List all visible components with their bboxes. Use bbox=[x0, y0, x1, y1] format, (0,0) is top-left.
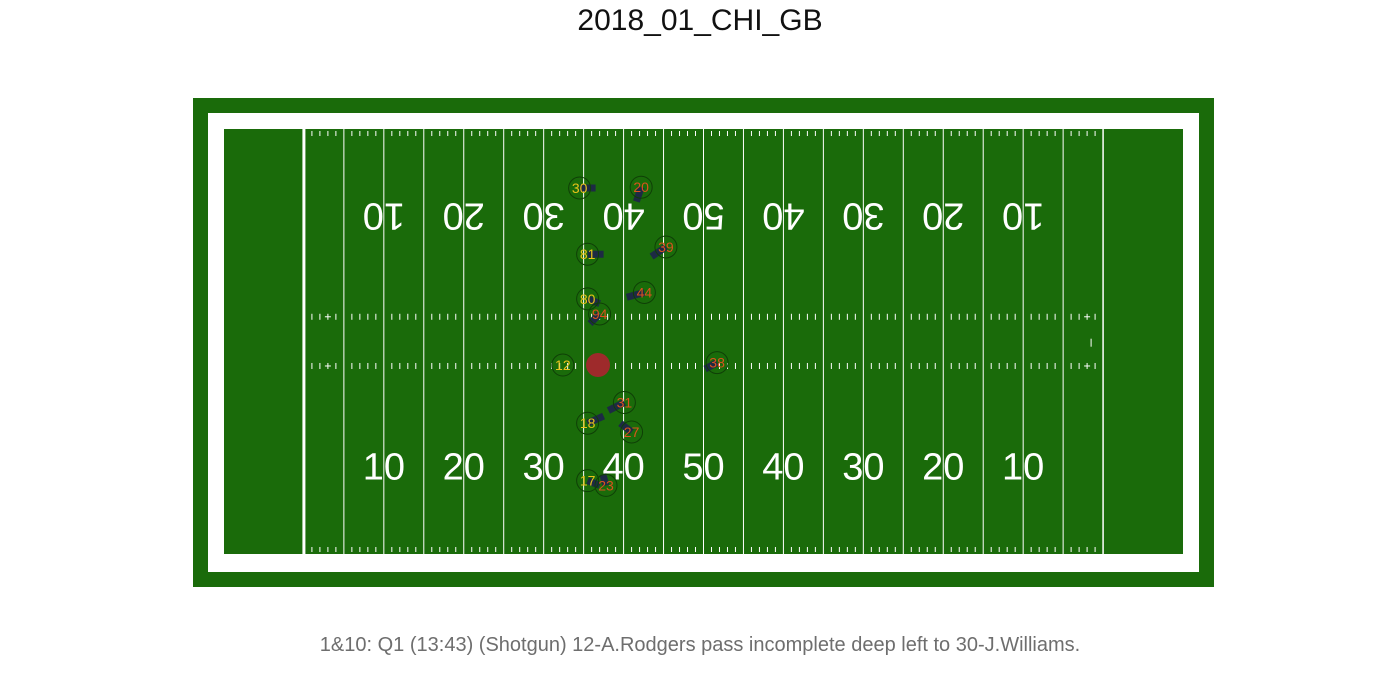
yard-number-top: 30 bbox=[523, 195, 565, 237]
yard-number-bottom: 30 bbox=[523, 446, 565, 488]
player-12: 12 bbox=[551, 353, 575, 377]
jersey-number-18: 18 bbox=[580, 415, 596, 431]
football-field-chart: 1010202030304040505040403030202010101230… bbox=[193, 98, 1214, 587]
yard-number-bottom: 50 bbox=[682, 446, 724, 488]
yard-number-bottom: 30 bbox=[842, 446, 884, 488]
yard-number-bottom: 20 bbox=[922, 446, 964, 488]
jersey-number-39: 39 bbox=[658, 239, 674, 255]
jersey-number-44: 44 bbox=[637, 284, 653, 300]
player-27: 27 bbox=[618, 420, 644, 444]
yard-number-bottom: 20 bbox=[443, 446, 485, 488]
yard-number-top: 30 bbox=[842, 195, 884, 237]
jersey-number-20: 20 bbox=[633, 179, 649, 195]
yard-number-top: 50 bbox=[682, 195, 724, 237]
jersey-number-30: 30 bbox=[572, 180, 588, 196]
yard-number-bottom: 10 bbox=[1002, 446, 1044, 488]
yard-number-top: 20 bbox=[922, 195, 964, 237]
yard-number-top: 20 bbox=[443, 195, 485, 237]
jersey-number-38: 38 bbox=[709, 355, 725, 371]
player-94: 94 bbox=[587, 302, 612, 327]
yard-number-bottom: 10 bbox=[363, 446, 405, 488]
football-marker bbox=[586, 353, 611, 378]
jersey-number-17: 17 bbox=[580, 473, 596, 489]
jersey-number-81: 81 bbox=[580, 246, 596, 262]
play-description-caption: 1&10: Q1 (13:43) (Shotgun) 12-A.Rodgers … bbox=[319, 634, 1081, 656]
yard-number-top: 40 bbox=[762, 195, 804, 237]
yard-number-bottom: 40 bbox=[762, 446, 804, 488]
jersey-number-94: 94 bbox=[592, 306, 608, 322]
player-38: 38 bbox=[703, 351, 729, 375]
jersey-number-23: 23 bbox=[598, 477, 614, 493]
yard-number-top: 10 bbox=[1002, 195, 1044, 237]
player-23: 23 bbox=[594, 473, 618, 497]
yard-number-top: 10 bbox=[363, 195, 405, 237]
jersey-number-12: 12 bbox=[555, 357, 571, 373]
jersey-number-31: 31 bbox=[617, 394, 633, 410]
jersey-number-27: 27 bbox=[624, 424, 640, 440]
